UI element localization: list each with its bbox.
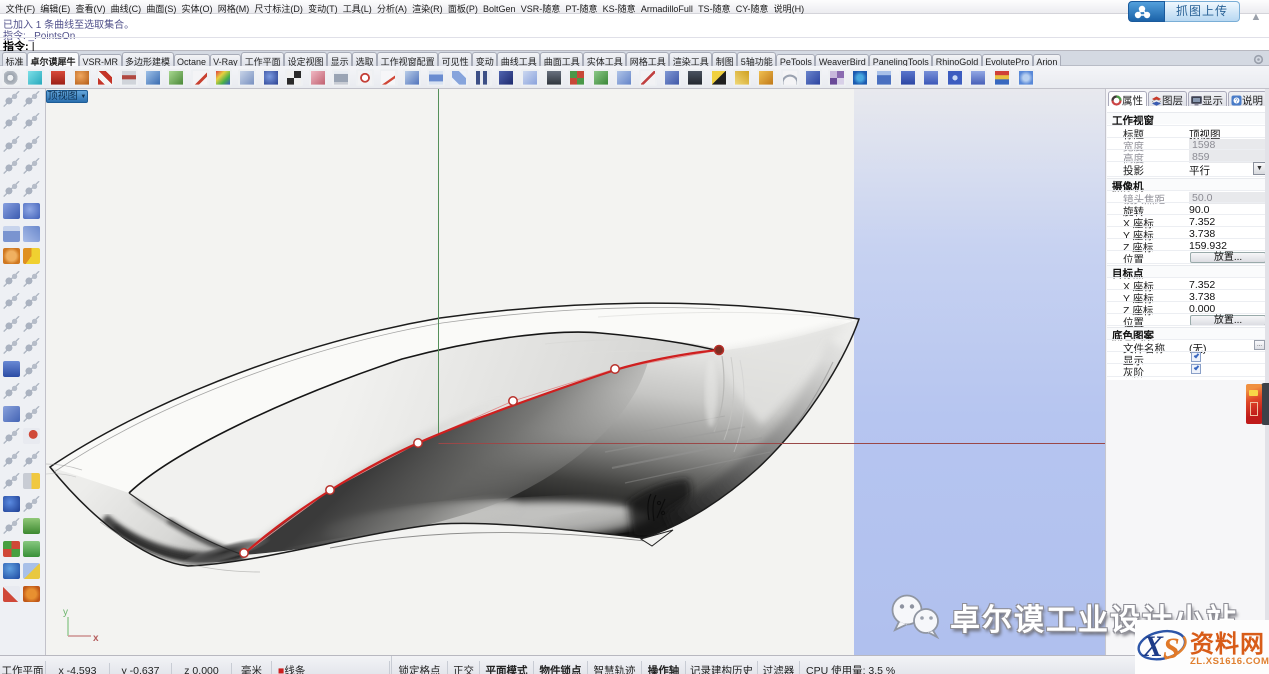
svg-text:x: x bbox=[93, 633, 99, 644]
svg-text:S: S bbox=[1163, 632, 1180, 665]
svg-text:y: y bbox=[63, 607, 68, 618]
svg-text:X: X bbox=[1142, 630, 1164, 663]
